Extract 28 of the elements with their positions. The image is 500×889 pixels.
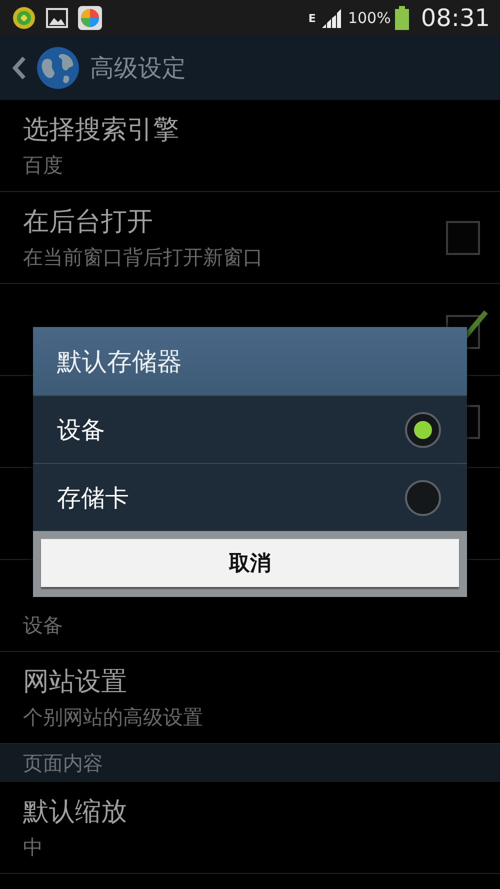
section-header: 页面内容 bbox=[0, 744, 500, 782]
app-icon bbox=[12, 6, 36, 30]
screen-title: 高级设定 bbox=[90, 53, 186, 84]
setting-summary: 百度 bbox=[23, 152, 64, 178]
back-icon[interactable] bbox=[12, 56, 26, 80]
setting-summary: 在当前窗口背后打开新窗口 bbox=[23, 244, 264, 270]
setting-title: 默认缩放 bbox=[23, 796, 128, 828]
battery-icon bbox=[394, 6, 409, 30]
globe-icon bbox=[36, 46, 80, 90]
radio-button[interactable] bbox=[405, 480, 441, 516]
radio-button[interactable] bbox=[405, 412, 441, 448]
cancel-button[interactable]: 取消 bbox=[41, 539, 459, 587]
battery-percent: 100% bbox=[348, 9, 391, 27]
setting-title: 在后台打开 bbox=[23, 206, 154, 238]
setting-summary: 设备 bbox=[23, 612, 64, 638]
network-type: E bbox=[308, 12, 316, 24]
storage-option[interactable]: 设备 bbox=[33, 395, 467, 463]
app-icon bbox=[78, 6, 102, 30]
setting-title: 选择搜索引擎 bbox=[23, 114, 180, 146]
setting-summary: 中 bbox=[23, 834, 44, 860]
setting-title: 网站设置 bbox=[23, 666, 128, 698]
dialog-title: 默认存储器 bbox=[33, 327, 467, 395]
signal-icon bbox=[320, 8, 344, 28]
setting-summary: 个别网站的高级设置 bbox=[23, 704, 204, 730]
clock: 08:31 bbox=[420, 4, 490, 32]
picture-icon bbox=[46, 8, 68, 28]
storage-option[interactable]: 存储卡 bbox=[33, 463, 467, 531]
checkbox[interactable] bbox=[446, 220, 480, 254]
